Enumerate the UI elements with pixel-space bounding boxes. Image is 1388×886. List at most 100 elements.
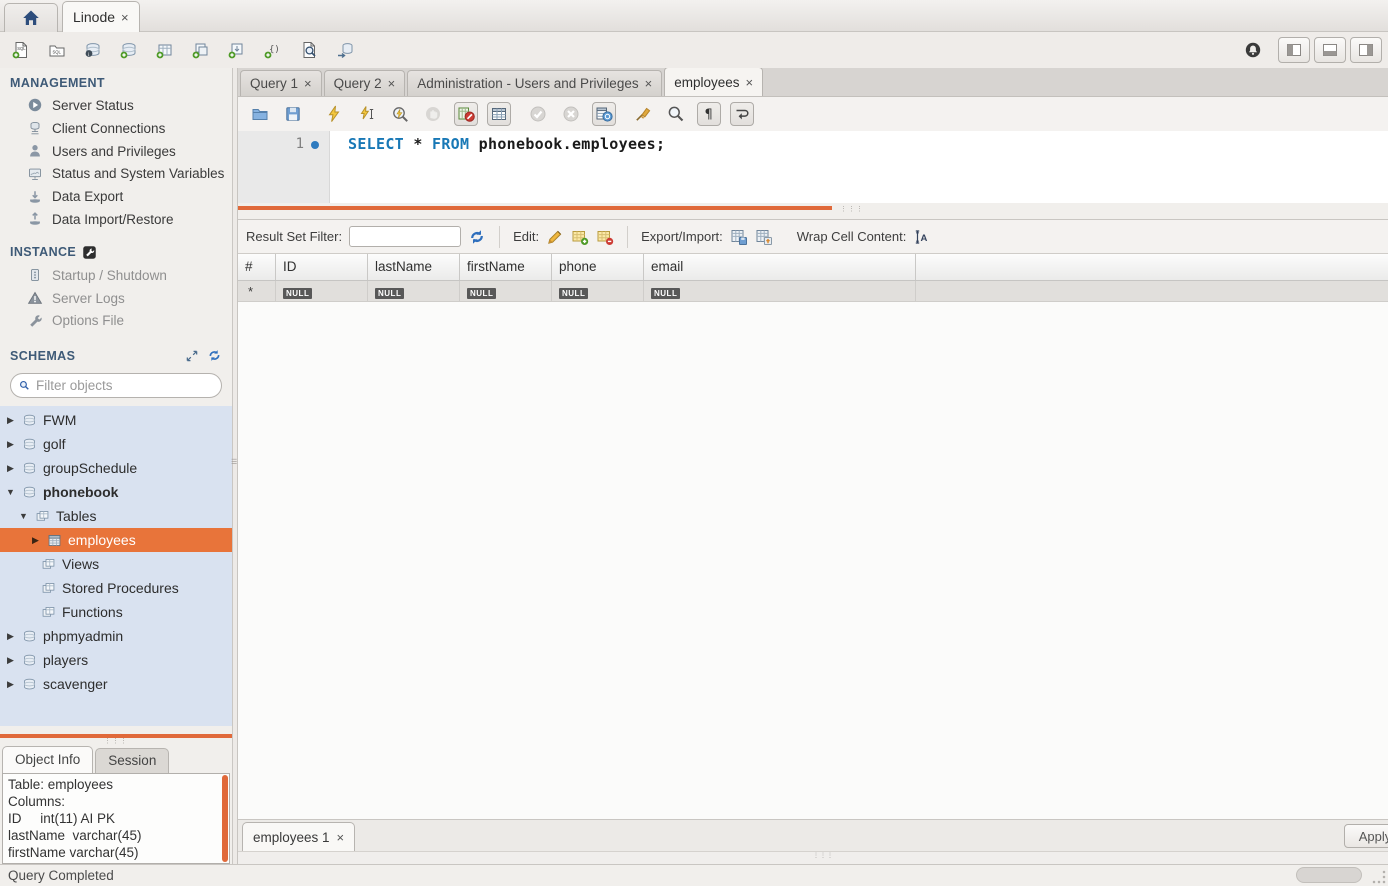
close-icon[interactable]: × xyxy=(337,830,345,845)
stop-button[interactable] xyxy=(421,102,445,126)
cell-email[interactable]: NULL xyxy=(644,281,916,301)
add-row-icon[interactable] xyxy=(571,228,589,246)
tree-item-players[interactable]: ▶ players xyxy=(0,648,232,672)
create-function-button[interactable]: {) xyxy=(258,36,288,64)
tree-item-phpmyadmin[interactable]: ▶ phpmyadmin xyxy=(0,624,232,648)
limit-rows-button[interactable] xyxy=(487,102,511,126)
notifications-button[interactable] xyxy=(1238,36,1268,64)
column-header-phone[interactable]: phone xyxy=(552,254,644,280)
result-filter-input[interactable] xyxy=(349,226,461,247)
tree-item-scavenger[interactable]: ▶ scavenger xyxy=(0,672,232,696)
tree-item-phonebook[interactable]: ▼ phonebook xyxy=(0,480,232,504)
column-header-lastname[interactable]: lastName xyxy=(368,254,460,280)
create-table-button[interactable] xyxy=(150,36,180,64)
create-view-button[interactable] xyxy=(186,36,216,64)
apply-button[interactable]: Apply xyxy=(1344,824,1388,848)
toggle-right-panel-button[interactable] xyxy=(1350,37,1382,63)
horizontal-scrollbar-thumb[interactable] xyxy=(1296,867,1362,883)
expander-icon[interactable]: ▶ xyxy=(5,415,16,426)
cell-id[interactable]: NULL xyxy=(276,281,368,301)
expander-icon[interactable]: ▶ xyxy=(5,655,16,666)
schema-filter-input[interactable] xyxy=(36,378,213,393)
toggle-autocommit-button[interactable] xyxy=(592,102,616,126)
close-icon[interactable]: × xyxy=(304,76,312,91)
toggle-stop-on-error-button[interactable] xyxy=(454,102,478,126)
expander-icon[interactable]: ▼ xyxy=(5,487,16,497)
sidebar-item-options-file[interactable]: Options File xyxy=(0,310,232,333)
connection-tab-linode[interactable]: Linode × xyxy=(62,1,140,32)
sql-editor[interactable]: 1 SELECT * FROM phonebook.employees; xyxy=(238,131,1388,203)
column-header-id[interactable]: ID xyxy=(276,254,368,280)
rollback-button[interactable] xyxy=(559,102,583,126)
expander-icon[interactable]: ▶ xyxy=(5,631,16,642)
expander-icon[interactable]: ▶ xyxy=(5,463,16,474)
sidebar-item-server-status[interactable]: Server Status xyxy=(0,94,232,117)
find-button[interactable] xyxy=(664,102,688,126)
sidebar-item-system-variables[interactable]: Status and System Variables xyxy=(0,162,232,185)
sidebar-item-startup-shutdown[interactable]: Startup / Shutdown xyxy=(0,264,232,287)
tree-item-tables[interactable]: ▼ Tables xyxy=(0,504,232,528)
tab-session[interactable]: Session xyxy=(95,748,169,773)
expander-icon[interactable]: ▶ xyxy=(5,439,16,450)
tree-item-functions[interactable]: Functions xyxy=(0,600,232,624)
execute-button[interactable] xyxy=(322,102,346,126)
tree-item-fwm[interactable]: ▶ FWM xyxy=(0,408,232,432)
home-tab[interactable] xyxy=(4,3,58,32)
database-inspector-button[interactable]: i xyxy=(78,36,108,64)
commit-button[interactable] xyxy=(526,102,550,126)
expander-icon[interactable]: ▶ xyxy=(5,679,16,690)
wrap-text-button[interactable] xyxy=(730,102,754,126)
resize-grip-icon[interactable] xyxy=(1372,870,1386,884)
wrap-cell-content-icon[interactable]: A xyxy=(913,228,931,246)
edit-record-icon[interactable] xyxy=(546,228,564,246)
tab-administration[interactable]: Administration - Users and Privileges × xyxy=(407,70,662,96)
create-procedure-button[interactable] xyxy=(222,36,252,64)
tree-item-groupschedule[interactable]: ▶ groupSchedule xyxy=(0,456,232,480)
cell-phone[interactable]: NULL xyxy=(552,281,644,301)
delete-row-icon[interactable] xyxy=(596,228,614,246)
close-icon[interactable]: × xyxy=(388,76,396,91)
new-sql-tab-button[interactable]: SQL xyxy=(6,36,36,64)
tree-item-views[interactable]: Views xyxy=(0,552,232,576)
sidebar-item-client-connections[interactable]: Client Connections xyxy=(0,117,232,140)
expand-schemas-icon[interactable] xyxy=(185,349,199,363)
close-icon[interactable]: × xyxy=(645,76,653,91)
cell-firstname[interactable]: NULL xyxy=(460,281,552,301)
refresh-results-icon[interactable] xyxy=(468,228,486,246)
tree-item-golf[interactable]: ▶ golf xyxy=(0,432,232,456)
tree-item-stored-procedures[interactable]: Stored Procedures xyxy=(0,576,232,600)
close-icon[interactable]: × xyxy=(745,75,753,90)
toggle-left-panel-button[interactable] xyxy=(1278,37,1310,63)
search-data-button[interactable] xyxy=(294,36,324,64)
tab-query-1[interactable]: Query 1 × xyxy=(240,70,322,96)
execute-current-button[interactable] xyxy=(355,102,379,126)
create-schema-button[interactable] xyxy=(114,36,144,64)
object-info-scrollbar[interactable] xyxy=(222,775,228,862)
tab-query-2[interactable]: Query 2 × xyxy=(324,70,406,96)
tab-employees[interactable]: employees × xyxy=(664,68,763,96)
open-sql-script-button[interactable]: SQL xyxy=(42,36,72,64)
table-row[interactable]: * NULL NULL NULL NULL NULL xyxy=(238,281,1388,302)
export-recordset-icon[interactable] xyxy=(730,228,748,246)
reconnect-server-button[interactable] xyxy=(330,36,360,64)
column-header-firstname[interactable]: firstName xyxy=(460,254,552,280)
sidebar-item-users-privileges[interactable]: Users and Privileges xyxy=(0,140,232,163)
sidebar-item-data-import[interactable]: Data Import/Restore xyxy=(0,208,232,231)
import-records-icon[interactable] xyxy=(755,228,773,246)
result-footer-splitter[interactable] xyxy=(238,851,1388,864)
cell-lastname[interactable]: NULL xyxy=(368,281,460,301)
result-tab-employees-1[interactable]: employees 1 × xyxy=(242,822,355,851)
save-button[interactable] xyxy=(281,102,305,126)
invisible-chars-button[interactable]: ¶ xyxy=(697,102,721,126)
toggle-bottom-panel-button[interactable] xyxy=(1314,37,1346,63)
close-icon[interactable]: × xyxy=(121,10,129,25)
sql-code[interactable]: SELECT * FROM phonebook.employees; xyxy=(330,131,1388,203)
tree-item-employees[interactable]: ▶ employees xyxy=(0,528,232,552)
column-header-rownum[interactable]: # xyxy=(238,254,276,280)
tab-object-info[interactable]: Object Info xyxy=(2,746,93,773)
refresh-schemas-icon[interactable] xyxy=(207,348,222,363)
explain-button[interactable] xyxy=(388,102,412,126)
editor-result-splitter[interactable]: ⋮⋮⋮ xyxy=(238,203,1388,219)
open-file-button[interactable] xyxy=(248,102,272,126)
sidebar-item-server-logs[interactable]: Server Logs xyxy=(0,287,232,310)
